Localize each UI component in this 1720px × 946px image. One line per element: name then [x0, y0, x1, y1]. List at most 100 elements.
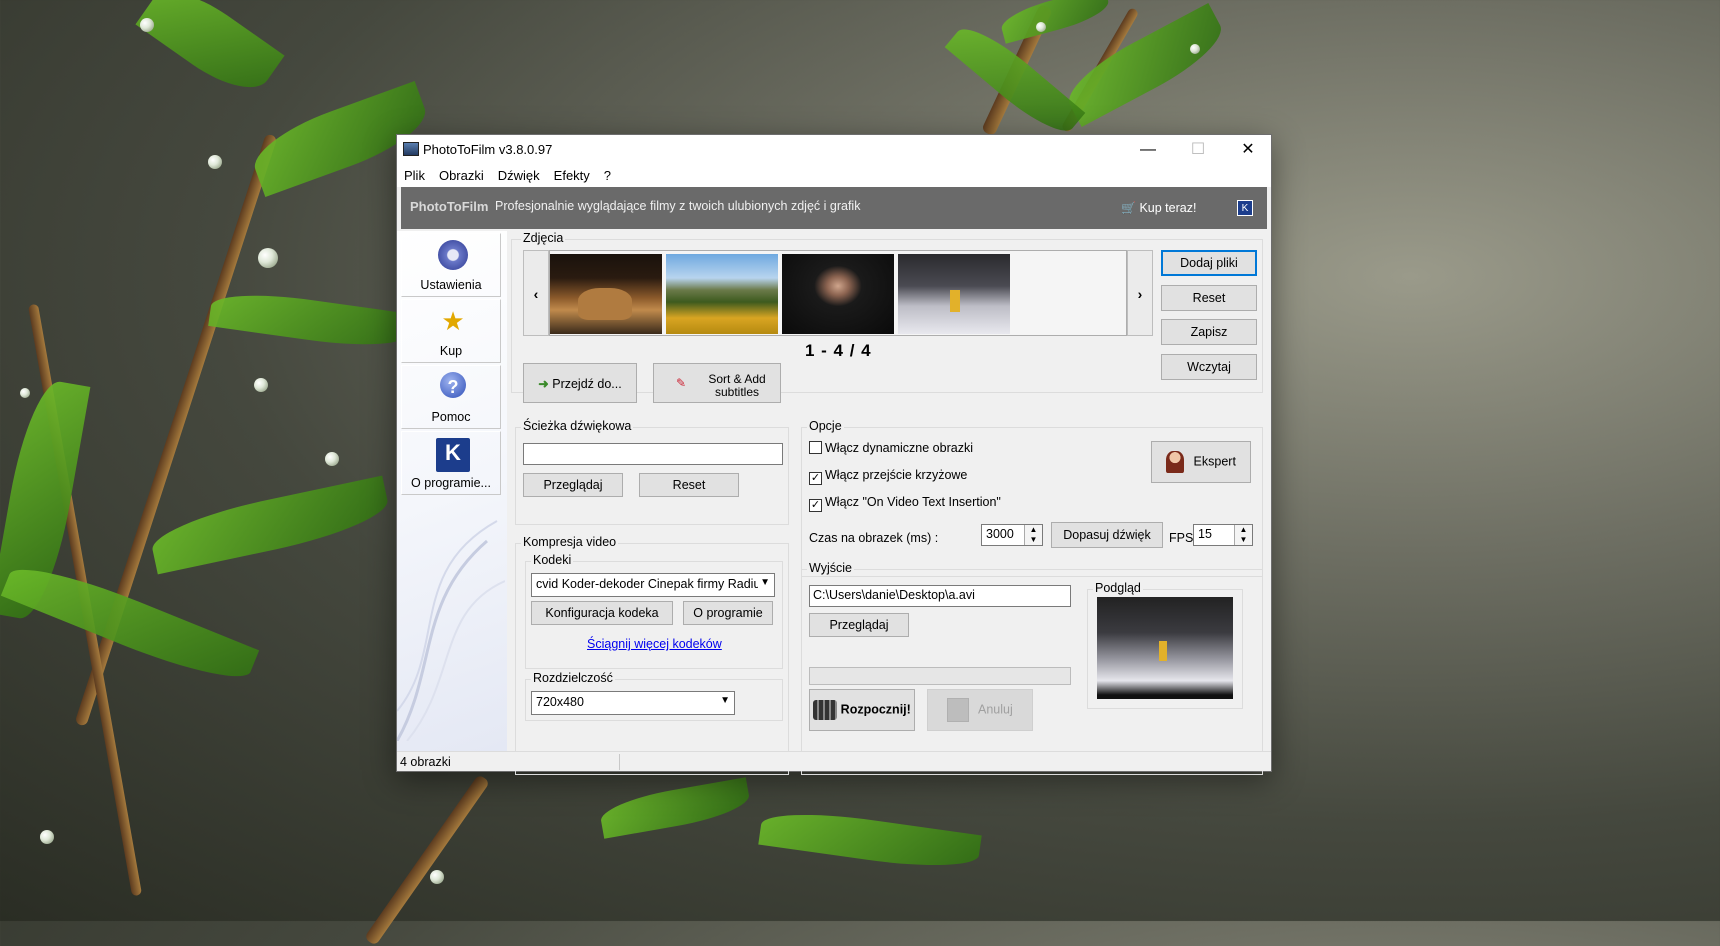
sidebar-item-about[interactable]: K O programie... [401, 431, 501, 495]
add-files-button[interactable]: Dodaj pliki [1161, 250, 1257, 276]
goto-arrow-icon: ➜ [538, 376, 549, 391]
buy-now-link[interactable]: 🛒 Kup teraz! [1121, 201, 1196, 215]
fps-spinner[interactable]: 15 ▲ ▼ [1193, 524, 1253, 546]
audio-reset-button[interactable]: Reset [639, 473, 739, 497]
load-button[interactable]: Wczytaj [1161, 354, 1257, 380]
thumb-next-button[interactable]: › [1127, 250, 1153, 336]
options-group-label: Opcje [807, 419, 844, 433]
minimize-button[interactable]: — [1123, 135, 1173, 165]
resolution-selected-value: 720x480 [536, 695, 584, 709]
subtitle-brush-icon: ✎ [676, 376, 687, 390]
tagline: Profesjonalnie wyglądające filmy z twoic… [495, 199, 861, 213]
spinner-arrows-icon[interactable]: ▲ ▼ [1234, 525, 1252, 545]
resolution-group-label: Rozdzielczość [531, 671, 615, 685]
status-text: 4 obrazki [400, 755, 451, 769]
codecs-group-label: Kodeki [531, 553, 574, 567]
audio-path-input[interactable] [523, 443, 783, 465]
video-preview [1097, 597, 1233, 699]
dynamic-images-label: Włącz dynamiczne obrazki [825, 441, 973, 455]
window-title: PhotoToFilm v3.8.0.97 [423, 142, 553, 157]
app-film-icon [403, 142, 419, 156]
menu-bar: Plik Obrazki Dźwięk Efekty? [397, 165, 1271, 187]
sidebar-item-label: Ustawienia [420, 278, 482, 292]
spinner-arrows-icon[interactable]: ▲ ▼ [1024, 525, 1042, 545]
menu-plik[interactable]: Plik [397, 165, 432, 187]
cancel-square-icon [947, 698, 970, 722]
codec-select[interactable]: cvid Koder-dekoder Cinepak firmy Radius … [531, 573, 775, 597]
download-codecs-link[interactable]: Ściągnij więcej kodeków [587, 637, 722, 651]
fit-audio-button[interactable]: Dopasuj dźwięk [1051, 522, 1163, 548]
time-per-image-value: 3000 [986, 527, 1014, 541]
expert-button[interactable]: Ekspert [1151, 441, 1251, 483]
photo-count: 1 - 4 / 4 [805, 341, 872, 360]
gear-icon [438, 240, 468, 270]
expert-label: Ekspert [1193, 454, 1236, 469]
thumb-prev-button[interactable]: ‹ [523, 250, 549, 336]
save-button[interactable]: Zapisz [1161, 319, 1257, 345]
thumbnail-strip[interactable] [549, 250, 1127, 336]
sidebar-item-buy[interactable]: ★ Kup [401, 299, 501, 363]
checkmark-icon: ✓ [809, 472, 822, 485]
help-icon: ? [440, 372, 466, 398]
menu-efekty[interactable]: Efekty [547, 165, 597, 187]
cart-icon: 🛒 [1121, 201, 1136, 215]
thumbnail-woman-portrait[interactable] [782, 254, 894, 334]
cancel-button[interactable]: Anuluj [927, 689, 1033, 731]
photos-group-label: Zdjęcia [521, 231, 566, 245]
codec-selected-value: cvid Koder-dekoder Cinepak firmy Radius [536, 577, 758, 591]
sidebar: Ustawienia ★ Kup ? Pomoc K O programie..… [397, 231, 507, 751]
time-per-image-label: Czas na obrazek (ms) : [809, 531, 939, 545]
buy-now-label: Kup teraz! [1139, 201, 1197, 215]
k-logo-icon[interactable]: K [1237, 200, 1253, 216]
film-reel-icon [813, 700, 838, 720]
audio-group-label: Ścieżka dźwiękowa [521, 419, 634, 433]
text-insertion-label: Włącz "On Video Text Insertion" [825, 495, 1001, 509]
photos-reset-button[interactable]: Reset [1161, 285, 1257, 311]
fps-label: FPS [1169, 531, 1194, 545]
status-divider [619, 754, 620, 770]
buy-star-icon: ★ [441, 306, 465, 336]
goto-button[interactable]: ➜ Przejdź do... [523, 363, 637, 403]
menu-dzwiek[interactable]: Dźwięk [491, 165, 547, 187]
sidebar-item-label: Kup [439, 344, 463, 358]
thumbnail-snowy-forest[interactable] [898, 254, 1010, 334]
status-bar: 4 obrazki [397, 751, 1271, 771]
dog-shape [578, 288, 632, 320]
text-insertion-checkbox[interactable]: ✓ Włącz "On Video Text Insertion" [809, 495, 1001, 512]
output-group-label: Wyjście [807, 561, 854, 575]
brand-name: PhotoToFilm [410, 199, 489, 214]
menu-obrazki[interactable]: Obrazki [432, 165, 491, 187]
output-path-input[interactable]: C:\Users\danie\Desktop\a.avi [809, 585, 1071, 607]
sort-add-label: Sort & Add subtitles [708, 372, 766, 399]
menu-help[interactable]: ? [597, 165, 618, 187]
configure-codec-button[interactable]: Konfiguracja kodeka [531, 601, 673, 625]
maximize-button[interactable]: ☐ [1173, 135, 1223, 165]
sort-add-subtitles-button[interactable]: ✎ Sort & Add subtitles [653, 363, 781, 403]
time-per-image-spinner[interactable]: 3000 ▲ ▼ [981, 524, 1043, 546]
codec-about-button[interactable]: O programie [683, 601, 773, 625]
output-browse-button[interactable]: Przeglądaj [809, 613, 909, 637]
cross-transition-checkbox[interactable]: ✓ Włącz przejście krzyżowe [809, 468, 967, 485]
dynamic-images-checkbox[interactable]: Włącz dynamiczne obrazki [809, 441, 973, 455]
close-button[interactable]: ✕ [1223, 135, 1273, 165]
preview-group-label: Podgląd [1093, 581, 1143, 595]
header-banner: PhotoToFilm Profesjonalnie wyglądające f… [401, 187, 1267, 229]
app-window: PhotoToFilm v3.8.0.97 — ☐ ✕ Plik Obrazki D… [396, 134, 1272, 775]
checkmark-icon: ✓ [809, 499, 822, 512]
sidebar-item-settings[interactable]: Ustawienia [401, 233, 501, 297]
sidebar-item-help[interactable]: ? Pomoc [401, 365, 501, 429]
cross-transition-label: Włącz przejście krzyżowe [825, 468, 968, 482]
sidebar-item-label: O programie... [411, 476, 491, 490]
audio-browse-button[interactable]: Przeglądaj [523, 473, 623, 497]
preview-figure [1159, 641, 1167, 661]
title-bar[interactable]: PhotoToFilm v3.8.0.97 — ☐ ✕ [397, 135, 1271, 165]
resolution-select[interactable]: 720x480 ▼ [531, 691, 735, 715]
start-button[interactable]: Rozpocznij! [809, 689, 915, 731]
figure-shape [950, 290, 960, 312]
start-label: Rozpocznij! [840, 702, 911, 717]
about-k-icon: K [436, 438, 470, 472]
expert-person-icon [1166, 451, 1185, 473]
compression-group-label: Kompresja video [521, 535, 619, 549]
thumbnail-mountain-meadow[interactable] [666, 254, 778, 334]
thumbnail-dog[interactable] [550, 254, 662, 334]
